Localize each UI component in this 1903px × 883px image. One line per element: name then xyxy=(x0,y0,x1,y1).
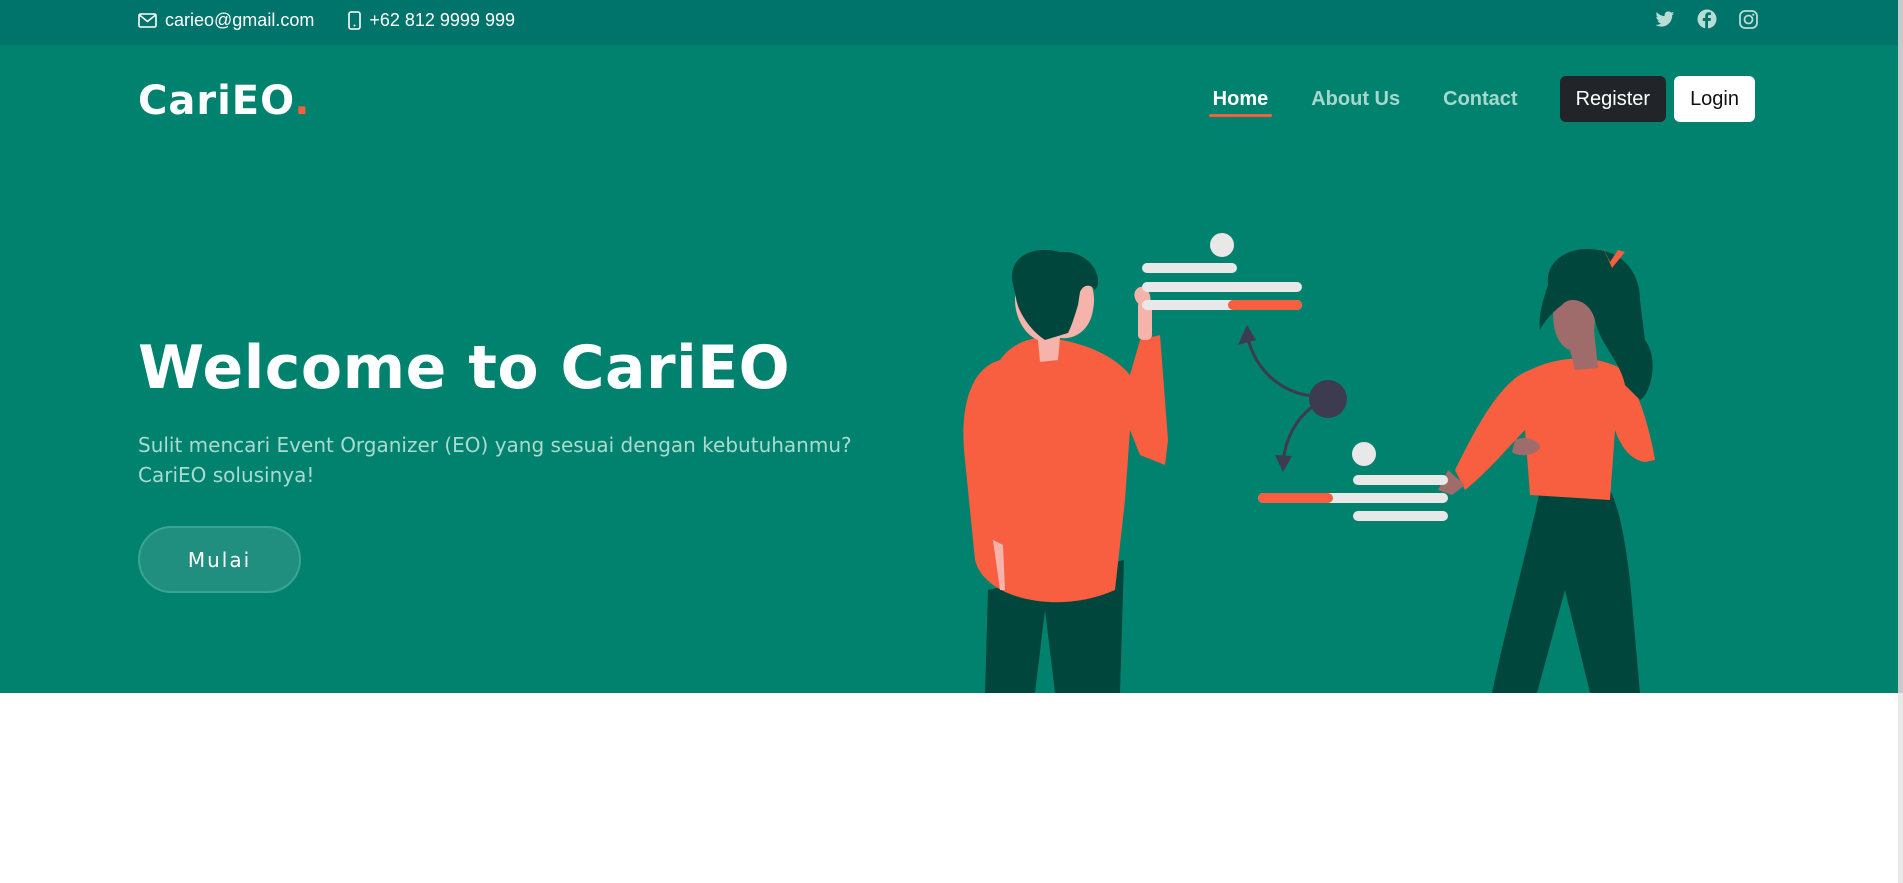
main-nav: Home About Us Contact Register Login xyxy=(1170,76,1755,122)
twitter-icon[interactable] xyxy=(1655,10,1675,28)
instagram-icon[interactable] xyxy=(1739,9,1758,29)
facebook-icon[interactable] xyxy=(1697,9,1717,29)
login-button[interactable]: Login xyxy=(1674,76,1755,122)
social-links xyxy=(1655,0,1758,38)
email-item: carieo@gmail.com xyxy=(138,10,314,31)
contact-info: carieo@gmail.com +62 812 9999 999 xyxy=(138,0,515,40)
lower-card xyxy=(1258,442,1448,521)
top-bar: carieo@gmail.com +62 812 9999 999 xyxy=(0,0,1898,45)
phone-text: +62 812 9999 999 xyxy=(369,9,515,30)
start-button[interactable]: Mulai xyxy=(138,526,301,593)
envelope-icon xyxy=(138,12,157,28)
nav-link-contact[interactable]: Contact xyxy=(1443,88,1517,111)
nav-link-home[interactable]: Home xyxy=(1208,88,1272,117)
woman-figure xyxy=(1438,245,1655,693)
upper-card xyxy=(1142,233,1302,310)
hero-title: Welcome to CariEO xyxy=(138,333,791,403)
man-figure xyxy=(963,249,1168,693)
site-logo[interactable]: CariEO. xyxy=(138,78,310,124)
hero-subtitle: Sulit mencari Event Organizer (EO) yang … xyxy=(138,433,852,487)
register-button[interactable]: Register xyxy=(1559,76,1667,122)
phone-icon xyxy=(348,10,362,30)
phone-item: +62 812 9999 999 xyxy=(348,10,515,31)
logo-dot: . xyxy=(294,78,311,124)
scrollbar-thumb[interactable] xyxy=(1898,0,1903,693)
email-text: carieo@gmail.com xyxy=(165,9,315,30)
nav-link-about-us[interactable]: About Us xyxy=(1311,88,1400,111)
logo-text: CariEO xyxy=(138,78,295,124)
hero-illustration xyxy=(963,233,1655,693)
exchange-arrows xyxy=(1245,334,1313,464)
